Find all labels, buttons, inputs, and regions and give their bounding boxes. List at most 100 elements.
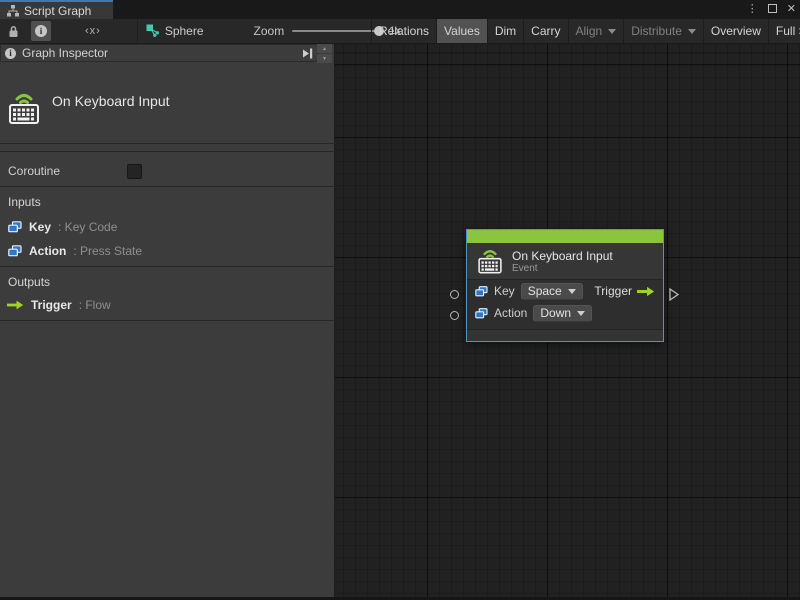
carry-button[interactable]: Carry: [524, 19, 569, 43]
port-type: : Press State: [73, 244, 143, 258]
button-label: Dim: [494, 24, 517, 38]
port-name: Action: [29, 244, 67, 258]
port-type: : Flow: [78, 298, 111, 312]
button-label: Relations: [379, 24, 430, 38]
values-button[interactable]: Values: [437, 19, 488, 43]
graph-hierarchy-icon: [7, 4, 19, 16]
close-icon[interactable]: ✕: [787, 2, 796, 15]
port-type: : Key Code: [58, 220, 118, 234]
button-label: Overview: [710, 24, 761, 38]
value-port-icon: [475, 285, 488, 296]
node-title: On Keyboard Input: [512, 248, 613, 263]
graph-toolbar: i ‹x› Sphere Zoom 1x Relations Values Di…: [0, 19, 800, 44]
graph-target-button[interactable]: Sphere: [142, 21, 208, 41]
maximize-icon[interactable]: [767, 4, 777, 13]
zoom-label: Zoom: [253, 24, 285, 38]
toolbar-buttons: Relations Values Dim Carry Align Distrib…: [371, 19, 800, 43]
button-label: Carry: [531, 24, 561, 38]
action-dropdown[interactable]: Down: [533, 304, 593, 322]
trigger-output-port-connector[interactable]: [669, 288, 679, 301]
divider: [0, 266, 335, 267]
input-port-row: Action : Press State: [0, 240, 335, 262]
chevron-down-icon: [577, 310, 586, 316]
port-name: Key: [29, 220, 52, 234]
action-input-port-connector[interactable]: [450, 311, 459, 320]
window-controls: ⋮ ✕: [747, 0, 796, 17]
info-icon: i: [35, 25, 47, 37]
chevron-down-icon: [567, 288, 576, 294]
scroll-down-button[interactable]: ▼: [317, 54, 332, 63]
code-view-button[interactable]: ‹x›: [81, 21, 105, 41]
tab-label: Script Graph: [24, 3, 92, 18]
value-port-icon: [8, 245, 22, 257]
scroll-up-button[interactable]: ▲: [317, 44, 332, 53]
coroutine-checkbox[interactable]: [127, 163, 142, 179]
node-port-rows: Key Space Trigger Action Down: [467, 280, 663, 329]
chevron-down-icon: [687, 28, 696, 34]
inspector-toggle-button[interactable]: i: [31, 21, 51, 41]
graph-inspector-header: i Graph Inspector: [0, 44, 318, 62]
graph-inspector-panel: i Graph Inspector ▲ ▼ On Keyboard Input …: [0, 44, 335, 597]
zoom-slider[interactable]: [292, 26, 385, 36]
inspector-scroller: ▲ ▼: [317, 44, 332, 63]
inputs-heading: Inputs: [8, 195, 41, 209]
lock-button[interactable]: [4, 21, 23, 41]
value-port-icon: [475, 307, 488, 318]
toolbar-separator: [136, 19, 138, 43]
event-title: On Keyboard Input: [52, 92, 170, 109]
event-accent-strip: [467, 230, 663, 243]
divider: [0, 320, 335, 321]
align-button[interactable]: Align: [569, 19, 625, 43]
info-icon: i: [5, 47, 16, 59]
overview-button[interactable]: Overview: [704, 19, 769, 43]
dock-panel-icon[interactable]: [302, 48, 313, 59]
full-screen-button[interactable]: Full Screen: [769, 19, 800, 43]
tab-script-graph[interactable]: Script Graph: [0, 0, 113, 19]
action-port-row: Action Down: [467, 302, 663, 324]
coroutine-label: Coroutine: [8, 164, 61, 178]
flow-arrow-icon: [637, 286, 655, 296]
key-port-label: Key: [494, 284, 515, 298]
inputs-heading-row: Inputs: [0, 190, 335, 214]
script-graph-asset-icon: [146, 24, 159, 37]
code-icon: ‹x›: [85, 25, 101, 37]
node-header[interactable]: On Keyboard Input Event: [467, 243, 663, 280]
divider: [0, 186, 335, 187]
graph-target-label: Sphere: [164, 24, 204, 38]
action-dropdown-value: Down: [540, 306, 572, 320]
menu-icon[interactable]: ⋮: [747, 2, 758, 15]
output-port-row: Trigger : Flow: [0, 294, 335, 316]
event-title-section: On Keyboard Input: [0, 64, 335, 152]
on-keyboard-input-node[interactable]: On Keyboard Input Event Key Space Trigge…: [466, 229, 664, 342]
toolbar-left: i ‹x› Sphere Zoom 1x: [0, 19, 401, 43]
divider: [0, 143, 335, 144]
dim-button[interactable]: Dim: [488, 19, 525, 43]
port-name: Trigger: [31, 298, 72, 312]
tab-bar: Script Graph ⋮ ✕: [0, 0, 800, 19]
graph-inspector-title: Graph Inspector: [22, 46, 109, 60]
key-dropdown-value: Space: [527, 284, 562, 298]
lock-icon: [9, 25, 18, 37]
trigger-output[interactable]: Trigger: [594, 284, 655, 298]
node-footer: [467, 329, 663, 341]
trigger-label: Trigger: [594, 284, 632, 298]
input-port-row: Key : Key Code: [0, 216, 335, 238]
node-subtitle: Event: [512, 262, 538, 274]
action-port-label: Action: [494, 306, 528, 320]
value-port-icon: [8, 221, 22, 233]
key-port-row: Key Space Trigger: [467, 280, 663, 302]
chevron-down-icon: [608, 28, 617, 34]
button-label: Values: [444, 24, 480, 38]
button-label: Distribute: [631, 24, 682, 38]
coroutine-row: Coroutine: [0, 156, 335, 186]
relations-button[interactable]: Relations: [371, 19, 438, 43]
keyboard-event-icon: [478, 250, 502, 274]
key-dropdown[interactable]: Space: [520, 282, 583, 300]
flow-arrow-icon: [7, 300, 24, 310]
outputs-heading-row: Outputs: [0, 270, 335, 294]
keyboard-event-icon: [9, 93, 39, 124]
outputs-heading: Outputs: [8, 275, 51, 289]
key-input-port-connector[interactable]: [450, 290, 459, 299]
button-label: Align: [575, 24, 603, 38]
distribute-button[interactable]: Distribute: [624, 19, 704, 43]
